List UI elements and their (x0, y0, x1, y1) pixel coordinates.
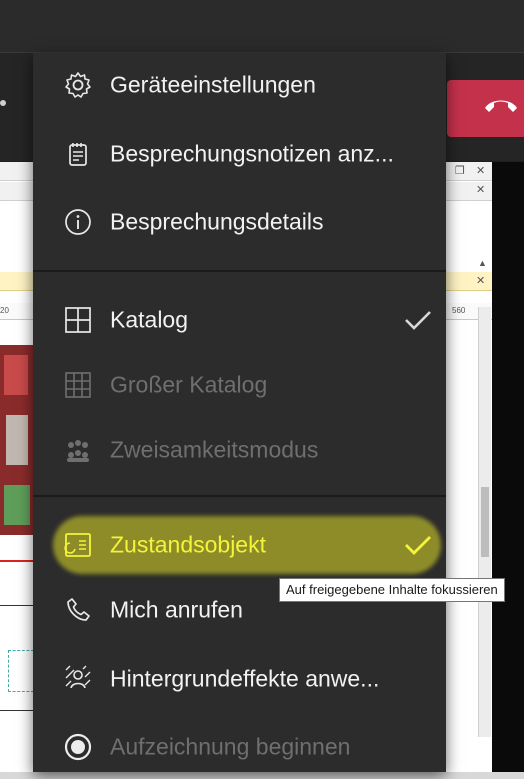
focus-content-icon (64, 533, 91, 557)
checkmark-icon (405, 536, 431, 555)
menu-separator (33, 270, 446, 272)
menu-item-start-recording: Aufzeichnung beginnen (33, 715, 446, 779)
menu-item-label: Zustandsobjekt (110, 531, 266, 558)
menu-item-together-mode: Zweisamkeitsmodus (33, 418, 446, 482)
restore-window-icon: ❐ (455, 165, 465, 177)
menu-separator (33, 495, 446, 497)
checkmark-icon (405, 311, 431, 330)
hang-up-button[interactable] (447, 80, 524, 137)
ruler-label: 20 (0, 306, 9, 315)
more-actions-icon[interactable] (0, 100, 6, 106)
record-icon (64, 733, 92, 761)
phone-icon (67, 598, 90, 621)
menu-item-device-settings[interactable]: Geräteeinstellungen (33, 53, 446, 117)
top-title-bar (0, 0, 524, 53)
tooltip: Auf freigegebene Inhalte fokussieren (279, 578, 505, 602)
menu-item-label: Zweisamkeitsmodus (110, 436, 319, 463)
phone-hangup-icon (485, 100, 517, 112)
menu-item-label: Mich anrufen (110, 596, 243, 623)
menu-item-background-effects[interactable]: Hintergrundeffekte anwe... (33, 647, 446, 711)
menu-item-label: Geräteeinstellungen (110, 71, 316, 98)
close-window-icon: ✕ (476, 165, 486, 177)
large-gallery-icon (65, 372, 91, 398)
collapse-ribbon-icon: ▲ (478, 258, 487, 268)
menu-item-label: Besprechungsnotizen anz... (110, 140, 394, 167)
close-notification-icon: ✕ (476, 275, 486, 287)
gear-icon (65, 72, 91, 98)
notes-icon (69, 143, 87, 166)
menu-item-label: Besprechungsdetails (110, 208, 324, 235)
menu-item-label: Katalog (110, 306, 189, 333)
menu-item-focus-content[interactable]: Zustandsobjekt (33, 513, 446, 577)
drawing-preview (0, 345, 33, 535)
menu-item-meeting-notes[interactable]: Besprechungsnotizen anz... (33, 122, 446, 186)
screen-edge (492, 162, 524, 772)
ruler-label: 560 (452, 306, 466, 315)
more-actions-menu: Geräteeinstellungen Besprechungsnotizen … (33, 53, 446, 772)
background-effects-icon (65, 665, 91, 689)
menu-item-label: Hintergrundeffekte anwe... (110, 665, 380, 692)
menu-item-label: Großer Katalog (110, 371, 268, 398)
scrollbar-thumb[interactable] (481, 487, 489, 557)
menu-item-label: Aufzeichnung beginnen (110, 733, 351, 760)
menu-item-large-gallery: Großer Katalog (33, 353, 446, 417)
close-pane-icon: ✕ (476, 184, 486, 196)
gallery-icon (65, 307, 91, 333)
vertical-scrollbar[interactable] (478, 307, 491, 737)
info-icon (65, 209, 91, 235)
together-mode-icon (67, 440, 89, 462)
drawing-dashed-box (8, 650, 34, 692)
menu-item-gallery[interactable]: Katalog (33, 288, 446, 352)
menu-item-meeting-details[interactable]: Besprechungsdetails (33, 190, 446, 254)
